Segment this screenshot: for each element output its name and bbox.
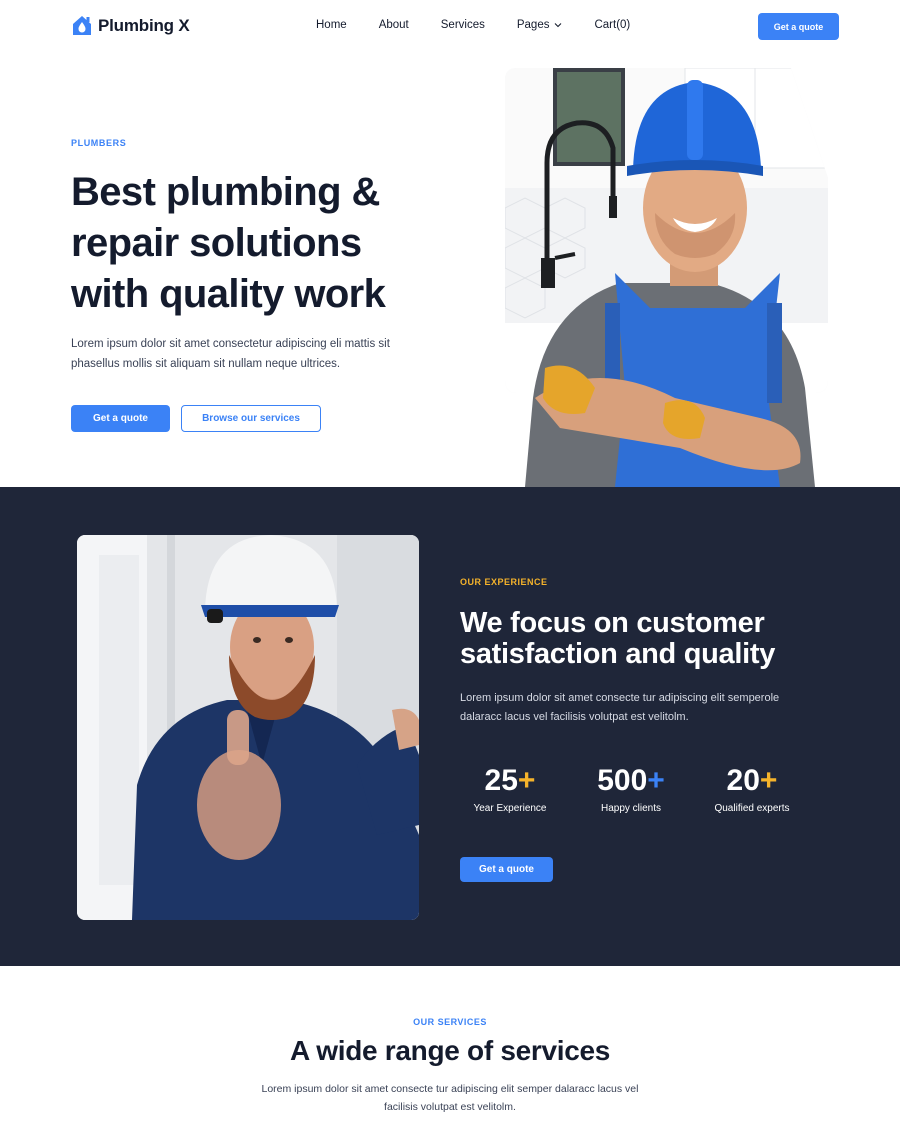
brand-logo[interactable]: Plumbing X [71, 15, 190, 37]
plus-mark: + [759, 764, 778, 797]
services-description: Lorem ipsum dolor sit amet consecte tur … [261, 1083, 639, 1113]
stat-experts-value: 20+ [726, 764, 778, 797]
experience-title: We focus on customer satisfaction and qu… [460, 607, 776, 670]
stat-clients-label: Happy clients [600, 803, 662, 814]
stat-experts-label: Qualified experts [714, 803, 790, 814]
nav-home[interactable]: Home [316, 19, 347, 31]
hero-eyebrow: PLUMBERS [71, 138, 127, 148]
stat-clients-value: 500+ [597, 764, 665, 797]
experience-description: Lorem ipsum dolor sit amet consecte tur … [460, 692, 780, 723]
nav-about[interactable]: About [379, 19, 409, 31]
brand-name: Plumbing X [98, 16, 190, 35]
nav-services[interactable]: Services [441, 19, 485, 31]
stat-clients: 500+ Happy clients [576, 762, 686, 814]
nav-pages-label: Pages [516, 19, 550, 31]
services-title: A wide range of services [289, 1035, 611, 1066]
main-menu: Home About Services Pages Cart(0) [316, 19, 662, 31]
stat-experts: 20+ Qualified experts [697, 762, 807, 814]
top-navigation: Plumbing X Home About Services Pages Car… [0, 0, 900, 54]
experience-eyebrow: OUR EXPERIENCE [460, 577, 548, 587]
water-drop-house-icon [73, 16, 91, 35]
hero-get-quote-button[interactable]: Get a quote [71, 405, 170, 432]
services-eyebrow: OUR SERVICES [413, 1017, 487, 1027]
hero-title: Best plumbing & repair solutions with qu… [71, 170, 386, 316]
experience-get-quote-button[interactable]: Get a quote [460, 857, 553, 882]
stat-years: 25+ Year Experience [455, 762, 565, 814]
plumber-thumbs-up-image [77, 535, 419, 920]
stat-years-label: Year Experience [473, 803, 547, 814]
stat-years-value: 25+ [484, 764, 536, 797]
plus-mark: + [647, 764, 665, 797]
hero-description: Lorem ipsum dolor sit amet consectetur a… [71, 338, 390, 370]
plus-mark: + [517, 764, 536, 797]
chevron-down-icon [555, 23, 562, 28]
plumber-hero-image [505, 68, 828, 487]
nav-pages[interactable]: Pages [517, 19, 563, 31]
nav-get-quote-button[interactable]: Get a quote [758, 13, 839, 40]
nav-cart[interactable]: Cart(0) [594, 19, 630, 31]
browse-services-button[interactable]: Browse our services [181, 405, 321, 432]
